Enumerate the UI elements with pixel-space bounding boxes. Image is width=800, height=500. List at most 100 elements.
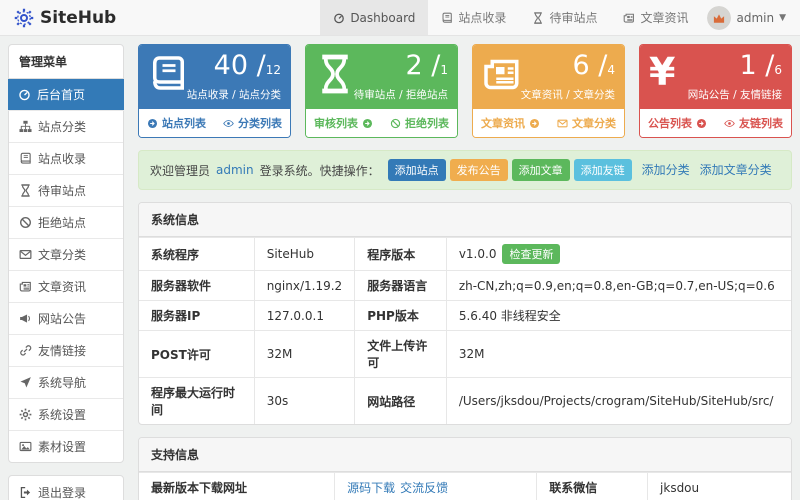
- main-content: 40 /12 站点收录 / 站点分类 站点列表 分类列表 2 /1 待审站点 / 拒绝站点…: [138, 44, 792, 500]
- stat-cards-row: 40 /12 站点收录 / 站点分类 站点列表 分类列表 2 /1 待审站点 / 拒绝站点…: [138, 44, 792, 138]
- nav-item-Dashboard[interactable]: Dashboard: [320, 0, 429, 35]
- 源码下载-link[interactable]: 源码下载: [347, 481, 395, 495]
- stat-link-label: 审核列表: [314, 117, 358, 130]
- info-value: v1.0.0 检查更新: [445, 237, 791, 271]
- stat-card: ¥1 /6 网站公告 / 友情链接公告列表 友链列表: [639, 44, 792, 138]
- link-icon: [19, 344, 32, 357]
- info-value: zh-CN,zh;q=0.9,en;q=0.8,en-GB;q=0.7,en-U…: [445, 270, 791, 301]
- 审核列表-link[interactable]: 审核列表: [314, 115, 373, 131]
- info-value: 5.6.40 非线程安全: [445, 300, 791, 331]
- stat-link-label: 分类列表: [238, 117, 282, 130]
- support-info-table: 最新版本下载网址源码下载交流反馈联系微信jksdou联系邮箱jksdou@qq.…: [139, 472, 791, 500]
- book-icon: [441, 12, 453, 24]
- chevron-down-icon: ▼: [779, 12, 786, 23]
- sidebar-item-站点收录[interactable]: 站点收录: [9, 143, 123, 175]
- info-value: /Users/jksdou/Projects/crogram/SiteHub/S…: [445, 377, 791, 424]
- stat-link-label: 公告列表: [648, 117, 692, 130]
- table-row: 最新版本下载网址 源码下载 交流反馈 联系微信 jksdou: [139, 472, 791, 500]
- 添加友链-button[interactable]: 添加友链: [573, 159, 632, 181]
- sidebar-item-待审站点[interactable]: 待审站点: [9, 175, 123, 207]
- 友链列表-link[interactable]: 友链列表: [724, 115, 783, 131]
- navbar-menu: Dashboard 站点收录 待审站点 文章资讯: [320, 0, 701, 35]
- support-info-title: 支持信息: [139, 438, 791, 472]
- sidebar-item-拒绝站点[interactable]: 拒绝站点: [9, 207, 123, 239]
- info-label: 网站路径: [354, 377, 447, 424]
- 拒绝列表-link[interactable]: 拒绝列表: [390, 115, 449, 131]
- table-row: 系统程序 SiteHub 程序版本 v1.0.0 检查更新: [139, 237, 791, 271]
- nav-item-label: 文章资讯: [640, 11, 689, 25]
- check-update-button[interactable]: 检查更新: [502, 244, 561, 264]
- welcome-text-prefix: 欢迎管理员: [150, 163, 211, 178]
- nav-item-待审站点[interactable]: 待审站点: [519, 0, 610, 35]
- sidebar-item-label: 后台首页: [37, 88, 86, 102]
- 分类列表-link[interactable]: 分类列表: [223, 115, 282, 131]
- info-value: nginx/1.19.2: [253, 270, 356, 301]
- navbar: SiteHub Dashboard 站点收录 待审站点 文章资讯 admin ▼: [0, 0, 800, 36]
- table-row: POST许可 32M 文件上传许可 32M: [139, 330, 791, 378]
- ban-icon: [390, 118, 401, 129]
- info-label: 文件上传许可: [354, 330, 447, 378]
- nav-item-label: Dashboard: [350, 10, 416, 25]
- 添加分类-link[interactable]: 添加分类: [642, 163, 690, 177]
- sidebar-item-站点分类[interactable]: 站点分类: [9, 111, 123, 143]
- sidebar-item-文章资讯[interactable]: 文章资讯: [9, 271, 123, 303]
- arrow-circle-icon: [362, 118, 373, 129]
- envelope-icon: [557, 118, 568, 129]
- location-arrow-icon: [19, 376, 32, 389]
- newspaper-icon: [623, 12, 635, 24]
- info-label: 程序最大运行时间: [139, 377, 255, 424]
- sidebar-item-文章分类[interactable]: 文章分类: [9, 239, 123, 271]
- arrow-circle-icon: [696, 118, 707, 129]
- envelope-icon: [19, 248, 32, 261]
- sidebar-item-label: 系统导航: [38, 376, 87, 390]
- support-info-panel: 支持信息 最新版本下载网址源码下载交流反馈联系微信jksdou联系邮箱jksdo…: [138, 437, 792, 500]
- arrow-circle-icon: [529, 118, 540, 129]
- brand[interactable]: SiteHub: [0, 0, 130, 35]
- 添加文章-button[interactable]: 添加文章: [511, 159, 570, 181]
- admin-user-link[interactable]: admin: [216, 163, 254, 177]
- hourglass-icon: [19, 184, 32, 197]
- 发布公告-button[interactable]: 发布公告: [449, 159, 508, 181]
- 添加站点-button[interactable]: 添加站点: [387, 159, 446, 181]
- stat-link-label: 拒绝列表: [405, 117, 449, 130]
- 公告列表-link[interactable]: 公告列表: [648, 115, 707, 131]
- sidebar-title: 管理菜单: [9, 45, 123, 79]
- username-label: admin: [736, 10, 775, 25]
- sidebar-item-系统导航[interactable]: 系统导航: [9, 367, 123, 399]
- stat-card: 6 /4 文章资讯 / 文章分类文章资讯 文章分类: [472, 44, 625, 138]
- info-value: 127.0.0.1: [253, 300, 356, 331]
- dashboard-icon: [18, 88, 31, 101]
- stat-card-body: 6 /4 文章资讯 / 文章分类: [473, 45, 624, 109]
- stat-card-footer: 公告列表 友链列表: [640, 109, 791, 137]
- nav-item-文章资讯[interactable]: 文章资讯: [610, 0, 701, 35]
- stat-link-label: 文章分类: [572, 117, 616, 130]
- 添加文章分类-link[interactable]: 添加文章分类: [700, 163, 772, 177]
- stat-card-body: ¥1 /6 网站公告 / 友情链接: [640, 45, 791, 109]
- info-label: 系统程序: [139, 237, 255, 271]
- welcome-alert: 欢迎管理员 admin 登录系统。快捷操作： 添加站点 发布公告 添加文章 添加友链添…: [138, 150, 792, 190]
- user-menu[interactable]: admin ▼: [701, 0, 800, 35]
- stat-card-body: 40 /12 站点收录 / 站点分类: [139, 45, 290, 109]
- 站点列表-link[interactable]: 站点列表: [147, 115, 206, 131]
- logout-button[interactable]: 退出登录: [8, 475, 124, 500]
- hourglass-icon: [532, 11, 544, 24]
- sidebar-item-系统设置[interactable]: 系统设置: [9, 399, 123, 431]
- hourglass-icon: [315, 54, 355, 94]
- info-label: 服务器语言: [354, 270, 447, 301]
- sidebar-item-网站公告[interactable]: 网站公告: [9, 303, 123, 335]
- 文章分类-link[interactable]: 文章分类: [557, 115, 616, 131]
- 交流反馈-link[interactable]: 交流反馈: [400, 481, 448, 495]
- sidebar-item-友情链接[interactable]: 友情链接: [9, 335, 123, 367]
- sidebar-item-后台首页[interactable]: 后台首页: [8, 79, 124, 111]
- sidebar-item-素材设置[interactable]: 素材设置: [9, 431, 123, 462]
- nav-item-站点收录[interactable]: 站点收录: [428, 0, 519, 35]
- info-value: 源码下载 交流反馈: [334, 472, 538, 500]
- table-row: 服务器软件 nginx/1.19.2 服务器语言 zh-CN,zh;q=0.9,en;…: [139, 270, 791, 301]
- sitehub-logo-icon: [14, 8, 34, 28]
- info-value: jksdou: [647, 472, 791, 500]
- logout-label: 退出登录: [38, 486, 87, 500]
- 文章资讯-link[interactable]: 文章资讯: [481, 115, 540, 131]
- welcome-text-suffix: 登录系统。快捷操作：: [259, 163, 380, 178]
- stat-link-label: 站点列表: [162, 117, 206, 130]
- stat-card-footer: 审核列表 拒绝列表: [306, 109, 457, 137]
